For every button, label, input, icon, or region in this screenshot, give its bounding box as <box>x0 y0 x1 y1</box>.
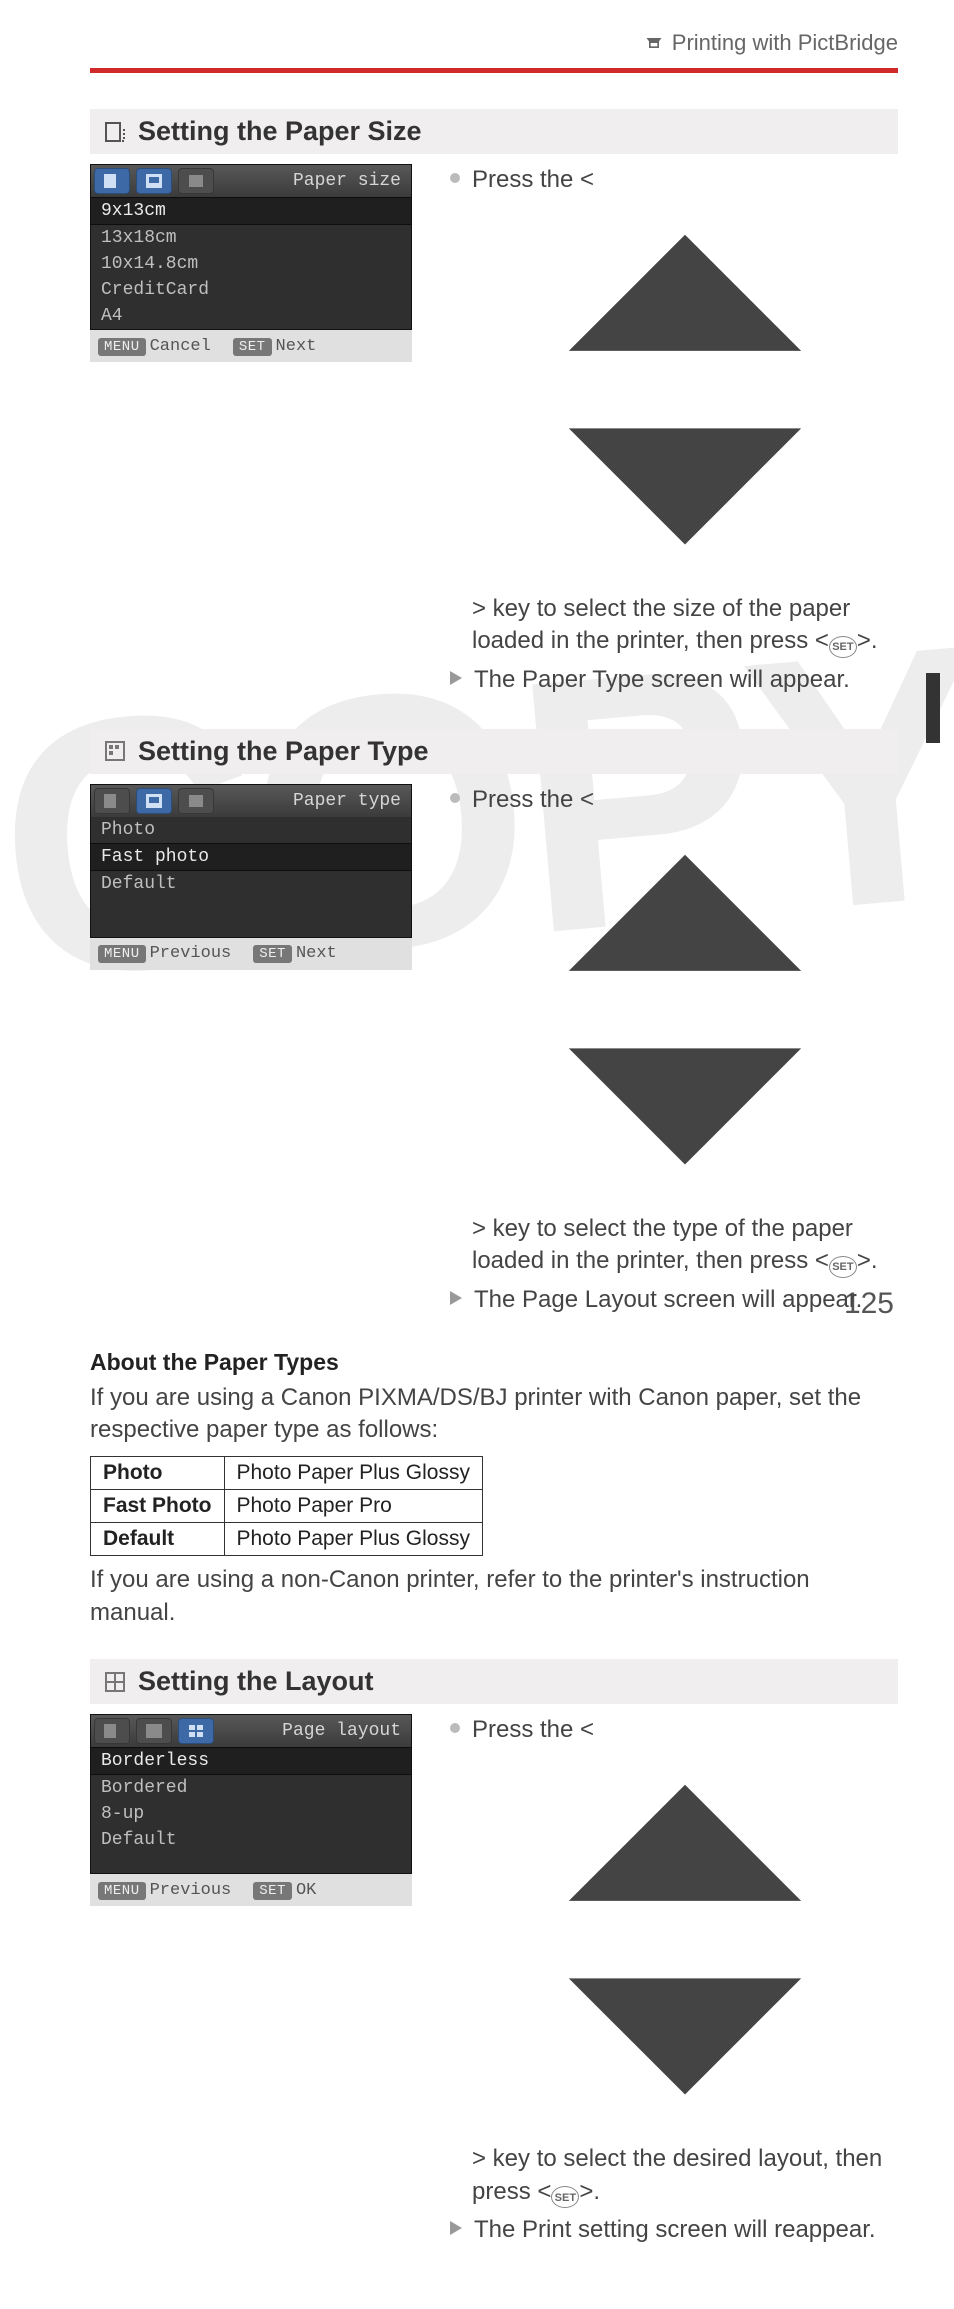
section-title-label: Setting the Paper Type <box>138 736 429 767</box>
pictbridge-icon <box>644 33 664 53</box>
menu-badge: MENU <box>98 1882 146 1900</box>
layout-screenshot: Page layout Borderless Bordered 8-up Def… <box>90 1714 412 1906</box>
table-cell: Photo Paper Plus Glossy <box>224 1457 482 1490</box>
breadcrumb: Printing with PictBridge <box>90 30 898 56</box>
screen-footer: MENUCancel SETNext <box>90 330 412 362</box>
bullet-item: The Print setting screen will reappear. <box>450 2214 898 2246</box>
table-cell: Photo Paper Pro <box>224 1490 482 1523</box>
list-item: Photo <box>91 817 411 843</box>
list-item: 10x14.8cm <box>91 251 411 277</box>
list-item: Default <box>91 1827 411 1853</box>
list-item: A4 <box>91 303 411 329</box>
set-key-icon: SET <box>551 2186 579 2208</box>
about-heading: About the Paper Types <box>90 1349 898 1376</box>
list-blank <box>91 917 411 937</box>
layout-icon <box>102 1670 128 1694</box>
section-title-label: Setting the Layout <box>138 1666 374 1697</box>
tab-1-icon <box>94 168 130 194</box>
set-badge: SET <box>253 1882 292 1900</box>
bullet-item: Press the <> key to select the size of t… <box>450 164 898 658</box>
set-action: Next <box>296 944 337 963</box>
updown-key-icon <box>472 1746 898 2133</box>
table-cell: Photo <box>91 1457 225 1490</box>
set-action: OK <box>296 1881 316 1900</box>
tab-2-icon <box>136 1718 172 1744</box>
paper-type-screenshot: Paper type Photo Fast photo Default MENU… <box>90 784 412 970</box>
set-key-icon: SET <box>829 1256 857 1278</box>
menu-action: Previous <box>150 1881 232 1900</box>
list-item: 9x13cm <box>91 197 411 225</box>
menu-badge: MENU <box>98 338 146 356</box>
paper-type-icon <box>102 739 128 763</box>
tab-3-icon <box>178 788 214 814</box>
menu-action: Cancel <box>150 337 211 356</box>
list-item: 8-up <box>91 1801 411 1827</box>
screen-label: Paper type <box>293 791 401 811</box>
bullet-item: Press the <> key to select the desired l… <box>450 1714 898 2208</box>
bullet-item: The Page Layout screen will appear. <box>450 1284 898 1316</box>
tab-1-icon <box>94 1718 130 1744</box>
set-badge: SET <box>253 945 292 963</box>
list-blank <box>91 897 411 917</box>
screen-footer: MENUPrevious SETNext <box>90 938 412 970</box>
screen-label: Page layout <box>282 1721 401 1741</box>
set-badge: SET <box>233 338 272 356</box>
bullet-item: The Paper Type screen will appear. <box>450 664 898 696</box>
breadcrumb-text: Printing with PictBridge <box>672 30 898 56</box>
paper-size-screenshot: Paper size 9x13cm 13x18cm 10x14.8cm Cred… <box>90 164 412 362</box>
list-item: CreditCard <box>91 277 411 303</box>
updown-key-icon <box>472 816 898 1203</box>
set-key-icon: SET <box>829 636 857 658</box>
section-title-layout: Setting the Layout <box>90 1659 898 1704</box>
section-title-paper-type: Setting the Paper Type <box>90 729 898 774</box>
set-action: Next <box>276 337 317 356</box>
divider <box>90 68 898 73</box>
menu-action: Previous <box>150 944 232 963</box>
section-title-label: Setting the Paper Size <box>138 116 422 147</box>
list-item: Bordered <box>91 1775 411 1801</box>
about-intro: If you are using a Canon PIXMA/DS/BJ pri… <box>90 1382 898 1447</box>
screen-footer: MENUPrevious SETOK <box>90 1874 412 1906</box>
paper-size-icon <box>102 120 128 144</box>
list-item: Fast photo <box>91 843 411 871</box>
list-item: 13x18cm <box>91 225 411 251</box>
section-title-paper-size: Setting the Paper Size <box>90 109 898 154</box>
table-cell: Default <box>91 1523 225 1556</box>
menu-badge: MENU <box>98 945 146 963</box>
tab-2-icon <box>136 788 172 814</box>
screen-label: Paper size <box>293 171 401 191</box>
list-item: Borderless <box>91 1747 411 1775</box>
tab-3-icon <box>178 168 214 194</box>
about-outro: If you are using a non-Canon printer, re… <box>90 1564 898 1629</box>
table-cell: Fast Photo <box>91 1490 225 1523</box>
updown-key-icon <box>472 196 898 583</box>
tab-1-icon <box>94 788 130 814</box>
paper-type-table: PhotoPhoto Paper Plus Glossy Fast PhotoP… <box>90 1456 483 1556</box>
bullet-item: Press the <> key to select the type of t… <box>450 784 898 1278</box>
table-cell: Photo Paper Plus Glossy <box>224 1523 482 1556</box>
tab-2-icon <box>136 168 172 194</box>
list-item: Default <box>91 871 411 897</box>
list-blank <box>91 1853 411 1873</box>
tab-3-icon <box>178 1718 214 1744</box>
